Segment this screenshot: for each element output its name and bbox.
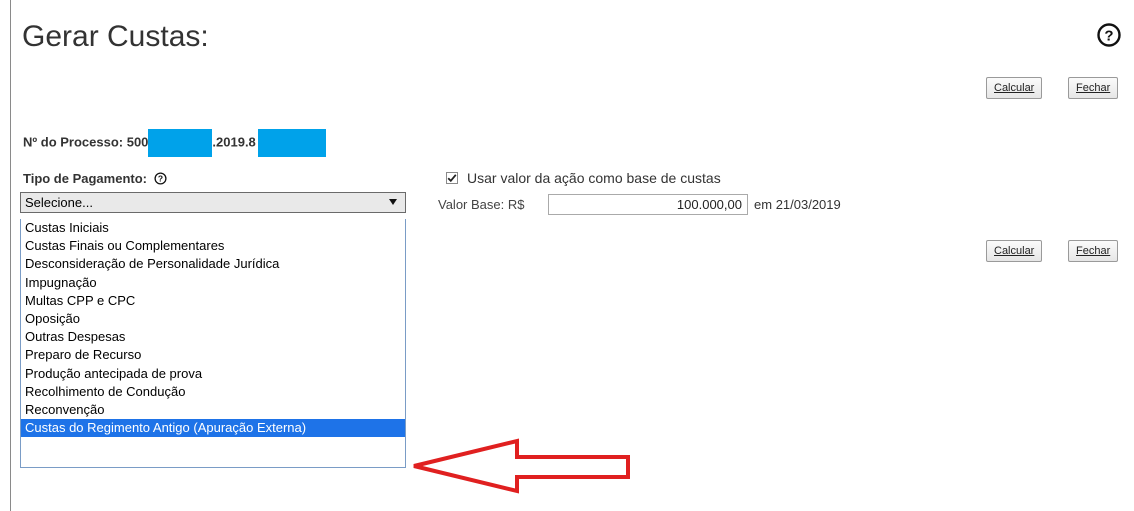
page-title: Gerar Custas: <box>22 20 209 53</box>
fechar-button-top[interactable]: Fechar <box>1068 77 1119 99</box>
tipo-pagamento-text: Tipo de Pagamento: <box>23 171 147 186</box>
valor-base-label: Valor Base: R$ <box>438 197 525 212</box>
redaction-block-2 <box>257 129 326 157</box>
dropdown-option[interactable]: Oposição <box>21 310 405 328</box>
processo-mid: .2019.8 <box>212 134 256 150</box>
valor-base-input[interactable] <box>548 194 748 215</box>
dropdown-option[interactable]: Recolhimento de Condução <box>21 383 405 401</box>
left-border <box>10 0 11 511</box>
check-icon <box>447 174 457 183</box>
dropdown-option[interactable]: Desconsideração de Personalidade Jurídic… <box>21 255 405 273</box>
calcular-button-bottom[interactable]: Calcular <box>986 240 1043 262</box>
em-label: em <box>754 197 773 212</box>
chevron-down-icon <box>389 199 397 205</box>
date-value: 21/03/2019 <box>775 197 841 212</box>
help-circle-icon[interactable]: ? <box>154 172 167 185</box>
dropdown-option[interactable]: Impugnação <box>21 274 405 292</box>
left-arrow-icon <box>413 438 630 494</box>
dropdown-option-highlighted[interactable]: Custas do Regimento Antigo (Apuração Ext… <box>21 419 405 438</box>
usar-valor-label: Usar valor da ação como base de custas <box>467 170 721 186</box>
valor-base-date: em 21/03/2019 <box>754 197 841 212</box>
dropdown-option[interactable]: Custas Iniciais <box>21 219 405 237</box>
redaction-block-1 <box>148 129 213 157</box>
processo-label: Nº do Processo: 500 <box>23 134 149 150</box>
svg-text:?: ? <box>1104 28 1113 45</box>
help-circle-icon[interactable]: ? <box>1096 22 1122 48</box>
dropdown-option[interactable]: Custas Finais ou Complementares <box>21 237 405 255</box>
fechar-button-bottom[interactable]: Fechar <box>1068 240 1119 262</box>
tipo-pagamento-select[interactable]: Selecione... <box>20 192 406 213</box>
processo-number: Nº do Processo: 500 .2019.8 <box>23 129 326 157</box>
dropdown-option[interactable]: Outras Despesas <box>21 328 405 346</box>
select-value: Selecione... <box>25 195 93 210</box>
tipo-pagamento-label: Tipo de Pagamento: ? <box>23 171 167 186</box>
svg-text:?: ? <box>158 174 163 184</box>
tipo-pagamento-dropdown: Custas Iniciais Custas Finais ou Complem… <box>20 219 406 468</box>
dropdown-option[interactable]: Preparo de Recurso <box>21 346 405 364</box>
usar-valor-checkbox[interactable] <box>446 172 458 184</box>
dropdown-option[interactable]: Multas CPP e CPC <box>21 292 405 310</box>
dropdown-option[interactable]: Produção antecipada de prova <box>21 365 405 383</box>
calcular-button-top[interactable]: Calcular <box>986 77 1043 99</box>
dropdown-option[interactable]: Reconvenção <box>21 401 405 419</box>
